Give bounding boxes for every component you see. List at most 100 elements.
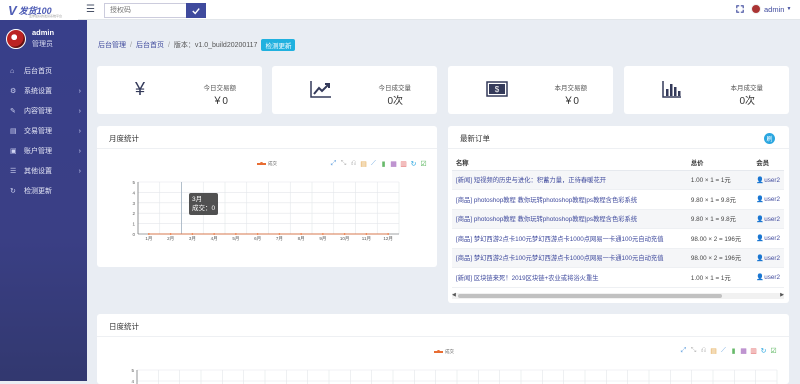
x-tick-label: 8月 xyxy=(298,236,305,242)
x-tick-label: 10月 xyxy=(340,236,350,242)
order-name[interactable]: [新闻] 短视频的历史与进化：积蓄力量，正待春暖花开 xyxy=(452,170,687,190)
breadcrumb-home[interactable]: 后台首页 xyxy=(136,40,164,50)
refresh-badge-text: 刷 xyxy=(766,137,773,143)
version-text: 版本：v1.0_build20200117 xyxy=(173,42,258,49)
chart-tooltip: 3月 成交：0 xyxy=(189,193,219,215)
data-point xyxy=(234,233,237,235)
logo[interactable]: V 发货100 爱你最好的发货系统平台 xyxy=(0,0,78,20)
refresh-badge-icon[interactable]: 刷 xyxy=(764,133,775,144)
sidebar-item-system-settings[interactable]: ⚙ 系统设置 › xyxy=(0,81,87,101)
order-member[interactable]: 👤user2 xyxy=(752,267,784,288)
table-row[interactable]: [新闻] 区块链来死！2019区块链+农业或将浴火重生 1.00 × 1 = 1… xyxy=(452,267,784,288)
sidebar-item-accounts[interactable]: ▣ 账户管理 › xyxy=(0,141,87,161)
home-icon: ⌂ xyxy=(10,67,15,75)
breadcrumb-admin[interactable]: 后台管理 xyxy=(98,40,126,50)
sidebar-item-label: 检测更新 xyxy=(24,188,52,195)
x-tick-label: 5月 xyxy=(232,236,239,242)
order-member[interactable]: 👤user2 xyxy=(752,209,784,229)
sidebar-item-check-update[interactable]: ↻ 检测更新 xyxy=(0,181,87,201)
divider xyxy=(448,148,789,149)
sidebar-item-home[interactable]: ⌂ 后台首页 xyxy=(0,61,87,81)
chevron-right-icon: › xyxy=(78,167,81,175)
breadcrumb-bar: 后台管理 / 后台首页 / 版本：v1.0_build20200117 检测更新 xyxy=(87,20,800,67)
caret-down-icon: ▼ xyxy=(786,6,792,12)
user-icon: ▣ xyxy=(10,148,17,155)
sidebar-item-label: 其他设置 xyxy=(24,168,52,175)
chevron-right-icon: › xyxy=(78,87,81,95)
panel-title: 最新订单 xyxy=(460,134,490,143)
order-name[interactable]: [商品] 梦幻西游2点卡100元梦幻西游点卡1000点网易一卡通100元自动充值 xyxy=(452,248,687,268)
sidebar-item-label: 系统设置 xyxy=(24,88,52,95)
y-tick-label: 0 xyxy=(132,232,135,237)
order-total: 1.00 × 1 = 1元 xyxy=(686,170,753,190)
user-panel: admin 管理员 xyxy=(6,28,54,49)
y-tick-label: 4 xyxy=(132,190,135,195)
table-row[interactable]: [商品] 梦幻西游2点卡100元梦幻西游点卡1000点网易一卡通100元自动充值… xyxy=(452,228,784,249)
order-total: 9.80 × 1 = 9.8元 xyxy=(686,189,753,210)
avatar xyxy=(6,28,26,49)
scroll-left-icon[interactable]: ◀ xyxy=(452,292,456,298)
sidebar-item-trade[interactable]: ▤ 交易管理 › xyxy=(0,121,87,141)
sliders-icon: ☰ xyxy=(10,168,17,175)
y-tick-label: 5 xyxy=(131,368,134,373)
sidebar-item-content[interactable]: ✎ 内容管理 › xyxy=(0,101,87,121)
logo-subtitle: 爱你最好的发货系统平台 xyxy=(29,14,63,18)
order-total: 98.00 × 2 = 196元 xyxy=(686,248,753,268)
chevron-right-icon: › xyxy=(78,147,81,155)
y-tick-label: 3 xyxy=(132,201,135,206)
member-name: user2 xyxy=(764,215,780,223)
chevron-right-icon: › xyxy=(78,107,81,115)
sidebar-item-label: 内容管理 xyxy=(24,108,52,115)
data-point xyxy=(387,233,390,235)
search-button[interactable] xyxy=(186,3,206,18)
order-member[interactable]: 👤user2 xyxy=(752,228,784,249)
chevron-right-icon: › xyxy=(78,127,81,135)
bar-chart-icon xyxy=(662,80,682,103)
yen-icon: ¥ xyxy=(135,79,146,99)
menu-toggle-icon[interactable]: ☰ xyxy=(86,5,95,15)
table-row[interactable]: [商品] 梦幻西游2点卡100元梦幻西游点卡1000点网易一卡通100元自动充值… xyxy=(452,248,784,268)
y-tick-label: 2 xyxy=(132,211,135,216)
column-header-total[interactable]: 总价 xyxy=(686,155,753,171)
member-name: user2 xyxy=(764,196,780,204)
breadcrumb-separator: / xyxy=(167,41,170,49)
order-total: 1.00 × 1 = 1元 xyxy=(686,267,753,288)
x-tick-label: 12月 xyxy=(383,236,393,242)
table-row[interactable]: [商品] photoshop教程 教你玩转photoshop教程|ps教程含色彩… xyxy=(452,209,784,229)
stat-card-month-count: 本月成交量 0次 xyxy=(624,66,789,114)
check-update-button[interactable]: 检测更新 xyxy=(261,39,296,51)
monthly-stats-panel: 月度统计 成交 ⤢ ⤡ ⎌ ▤ ⟋ ▮ ▦ ▥ ↻ ☑ 0 1 2 3 4 5 1月 2月 3月… xyxy=(97,126,437,267)
column-header-member[interactable]: 会员 xyxy=(752,155,784,171)
data-point xyxy=(213,233,216,235)
order-name[interactable]: [商品] 梦幻西游2点卡100元梦幻西游点卡1000点网易一卡通100元自动充值 xyxy=(452,228,687,249)
daily-line-chart: 54 xyxy=(131,368,778,384)
order-member[interactable]: 👤user2 xyxy=(752,189,784,210)
data-point xyxy=(300,233,303,235)
scrollbar-thumb[interactable] xyxy=(458,294,722,298)
sidebar-item-label: 账户管理 xyxy=(24,148,52,155)
sidebar-nav: ⌂ 后台首页 ⚙ 系统设置 › ✎ 内容管理 › ▤ 交易管理 › ▣ 账户管理… xyxy=(0,61,87,201)
order-total: 98.00 × 2 = 196元 xyxy=(686,228,753,249)
order-member[interactable]: 👤user2 xyxy=(752,170,784,190)
scroll-right-icon[interactable]: ▶ xyxy=(780,292,784,298)
horizontal-scrollbar[interactable]: ◀ ▶ xyxy=(452,292,784,299)
column-header-name[interactable]: 名称 xyxy=(452,155,687,171)
order-name[interactable]: [商品] photoshop教程 教你玩转photoshop教程|ps教程含色彩… xyxy=(452,189,687,210)
user-menu-name: admin xyxy=(764,4,785,14)
auth-code-input[interactable] xyxy=(104,3,186,18)
table-row[interactable]: [新闻] 短视频的历史与进化：积蓄力量，正待春暖花开 1.00 × 1 = 1元… xyxy=(452,170,784,190)
user-menu[interactable]: admin ▼ xyxy=(751,4,791,14)
check-icon xyxy=(192,7,200,14)
fullscreen-icon[interactable] xyxy=(736,5,744,15)
sidebar-item-other-settings[interactable]: ☰ 其他设置 › xyxy=(0,161,87,181)
data-point xyxy=(147,233,150,235)
order-member[interactable]: 👤user2 xyxy=(752,248,784,268)
breadcrumb-separator: / xyxy=(130,41,132,49)
data-point xyxy=(169,233,172,235)
table-row[interactable]: [商品] photoshop教程 教你玩转photoshop教程|ps教程含色彩… xyxy=(452,189,784,210)
order-name[interactable]: [商品] photoshop教程 教你玩转photoshop教程|ps教程含色彩… xyxy=(452,209,687,229)
svg-text:$: $ xyxy=(495,85,500,94)
order-name[interactable]: [新闻] 区块链来死！2019区块链+农业或将浴火重生 xyxy=(452,267,687,288)
x-tick-label: 2月 xyxy=(167,236,174,242)
cash-icon: $ xyxy=(486,81,508,102)
